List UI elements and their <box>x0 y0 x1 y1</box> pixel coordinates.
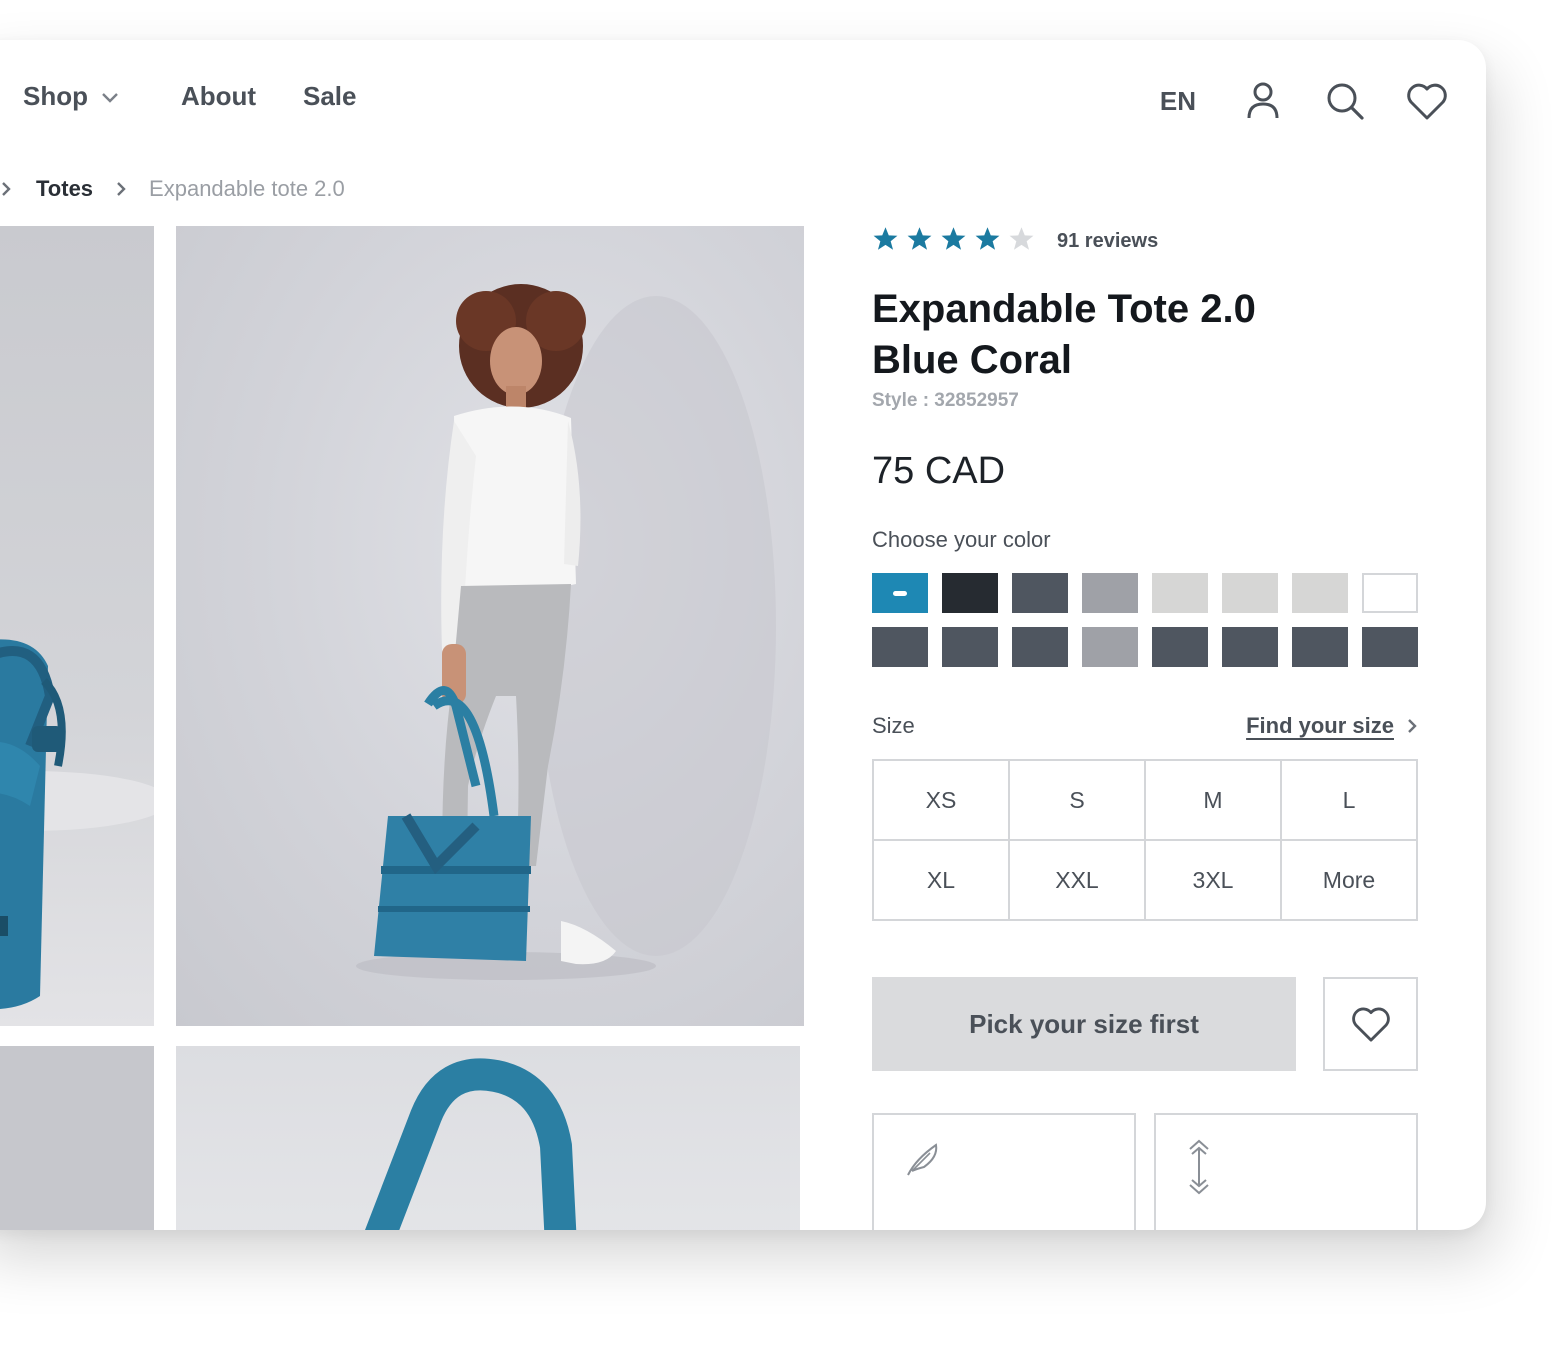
color-swatch[interactable] <box>1222 573 1278 613</box>
size-option-xl[interactable]: XL <box>874 841 1010 921</box>
color-label: Choose your color <box>872 527 1051 552</box>
color-swatch[interactable] <box>1152 627 1208 667</box>
wishlist-nav-button[interactable] <box>1404 78 1450 124</box>
nav-utilities: EN <box>1160 78 1450 124</box>
star-filled-icon <box>872 226 899 257</box>
product-photo-thumbnail[interactable] <box>0 1046 154 1230</box>
chevron-down-icon <box>102 92 118 103</box>
size-header: Size Find your size <box>872 713 1418 739</box>
color-swatch[interactable] <box>872 627 928 667</box>
color-swatch[interactable] <box>872 573 928 613</box>
nav-sale[interactable]: Sale <box>303 81 357 112</box>
breadcrumb-totes[interactable]: Totes <box>36 176 93 202</box>
reviews-count[interactable]: 91 reviews <box>1057 230 1158 253</box>
rating[interactable]: 91 reviews <box>872 226 1418 256</box>
color-swatch[interactable] <box>1362 573 1418 613</box>
user-icon <box>1247 82 1279 119</box>
language-selector[interactable]: EN <box>1160 86 1196 117</box>
size-option-more[interactable]: More <box>1282 841 1418 921</box>
size-option-l[interactable]: L <box>1282 761 1418 841</box>
model-illustration <box>356 284 776 980</box>
size-option-xs[interactable]: XS <box>874 761 1010 841</box>
breadcrumb: Totes Expandable tote 2.0 <box>0 176 345 202</box>
add-to-bag-button[interactable]: Pick your size first <box>872 977 1296 1071</box>
product-title-line1: Expandable Tote 2.0 <box>872 287 1256 331</box>
color-swatch[interactable] <box>942 573 998 613</box>
feature-card-expandable <box>1154 1113 1418 1230</box>
breadcrumb-current: Expandable tote 2.0 <box>149 176 345 201</box>
product-photo-model[interactable] <box>176 226 804 1026</box>
heart-icon <box>1351 1007 1390 1042</box>
product-details: 91 reviews Expandable Tote 2.0 Blue Cora… <box>872 226 1418 1230</box>
find-your-size-link[interactable]: Find your size <box>1246 713 1418 739</box>
color-swatch[interactable] <box>1012 573 1068 613</box>
size-label: Size <box>872 713 915 738</box>
size-option-3xl[interactable]: 3XL <box>1146 841 1282 921</box>
find-your-size-label: Find your size <box>1246 713 1394 738</box>
nav-shop[interactable]: Shop <box>23 81 120 112</box>
color-swatch[interactable] <box>1012 627 1068 667</box>
size-option-xxl[interactable]: XXL <box>1010 841 1146 921</box>
search-icon <box>1327 83 1364 120</box>
size-option-s[interactable]: S <box>1010 761 1146 841</box>
bag-side-illustration <box>0 639 154 1009</box>
star-empty-icon <box>1008 226 1035 257</box>
product-photo-handles[interactable] <box>176 1046 800 1230</box>
product-title-line2: Blue Coral <box>872 338 1073 382</box>
price: 75 CAD <box>872 450 1006 492</box>
nav-about[interactable]: About <box>181 81 256 112</box>
size-options: XS S M L XL XXL 3XL More <box>872 759 1418 921</box>
nav-shop-label: Shop <box>23 81 88 111</box>
star-filled-icon <box>974 226 1001 257</box>
color-swatch[interactable] <box>1362 627 1418 667</box>
star-rating <box>872 226 1035 257</box>
color-swatches <box>872 573 1418 667</box>
chevron-right-icon <box>1408 719 1417 733</box>
feather-icon <box>907 1143 938 1176</box>
star-filled-icon <box>940 226 967 257</box>
purchase-actions: Pick your size first <box>872 977 1418 1071</box>
star-filled-icon <box>906 226 933 257</box>
size-option-m[interactable]: M <box>1146 761 1282 841</box>
account-button[interactable] <box>1240 78 1286 124</box>
expand-arrows-icon <box>1189 1139 1209 1195</box>
color-swatch[interactable] <box>942 627 998 667</box>
color-swatch[interactable] <box>1152 573 1208 613</box>
color-swatch[interactable] <box>1082 627 1138 667</box>
color-swatch[interactable] <box>1082 573 1138 613</box>
feature-card-lightweight <box>872 1113 1136 1230</box>
handles-illustration <box>365 1058 577 1230</box>
chevron-right-icon <box>0 180 12 198</box>
wishlist-button[interactable] <box>1323 977 1418 1071</box>
color-swatch[interactable] <box>1292 573 1348 613</box>
style-number: Style : 32852957 <box>872 390 1019 411</box>
chevron-right-icon <box>115 180 127 198</box>
search-button[interactable] <box>1322 78 1368 124</box>
color-swatch[interactable] <box>1292 627 1348 667</box>
top-navigation: Shop About Sale EN <box>0 40 1486 155</box>
product-title: Expandable Tote 2.0 Blue Coral <box>872 284 1418 386</box>
product-photo-bag-side[interactable] <box>0 226 154 1026</box>
browser-window: Shop About Sale EN Totes Expandable tote… <box>0 40 1486 1230</box>
feature-cards <box>872 1113 1418 1230</box>
heart-icon <box>1407 83 1447 120</box>
color-swatch[interactable] <box>1222 627 1278 667</box>
